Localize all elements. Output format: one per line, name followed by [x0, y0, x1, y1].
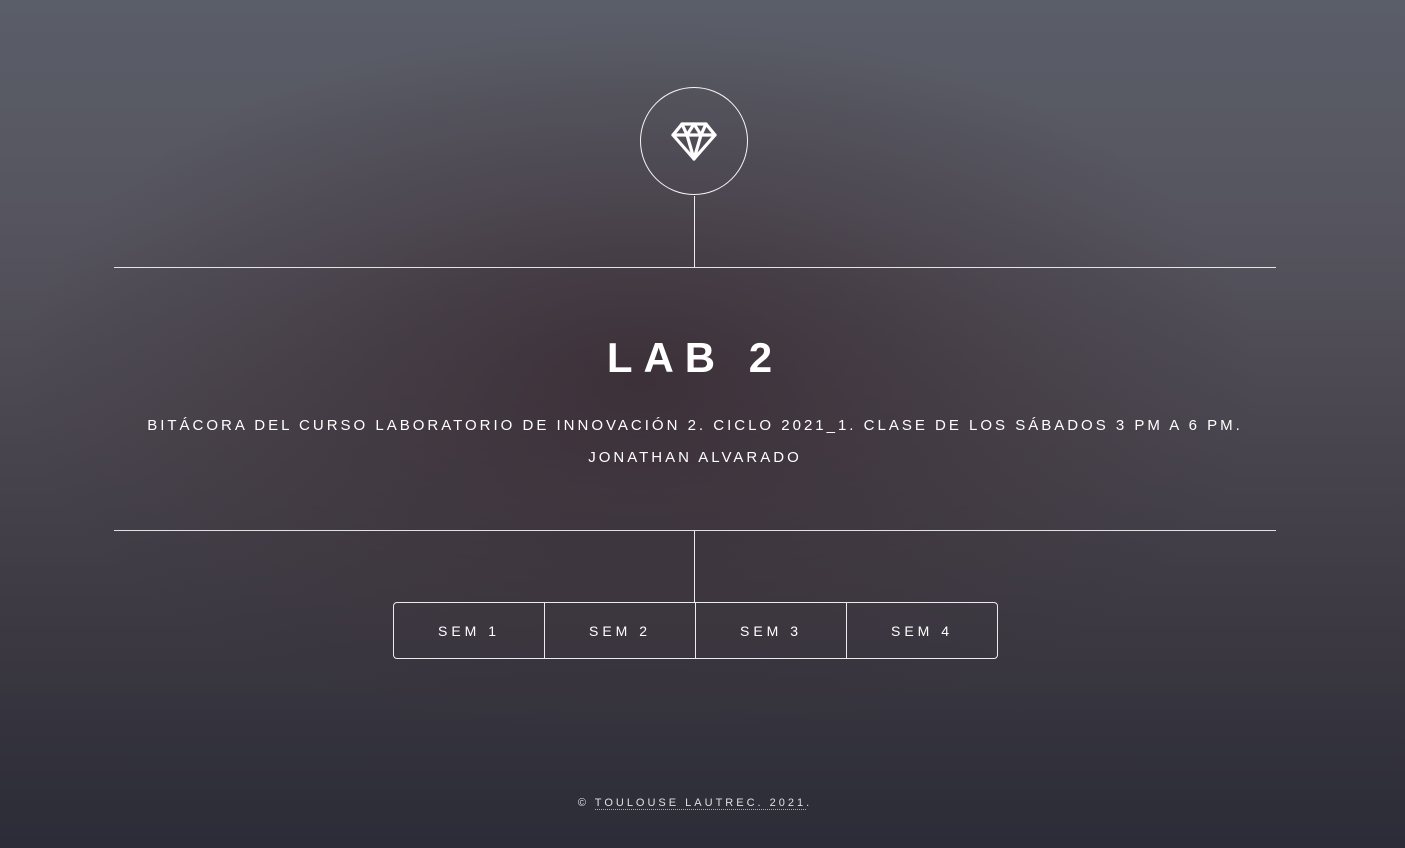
connector-line-top: [694, 196, 695, 267]
nav-item-sem-2[interactable]: SEM 2: [544, 603, 695, 658]
divider-bottom: [114, 530, 1276, 531]
footer-suffix: .: [806, 797, 813, 809]
nav-item-sem-4[interactable]: SEM 4: [846, 603, 997, 658]
page-subtitle: BITÁCORA DEL CURSO LABORATORIO DE INNOVA…: [114, 410, 1276, 474]
page-title: LAB 2: [606, 334, 784, 381]
footer: © TOULOUSE LAUTREC. 2021.: [0, 797, 1390, 810]
subtitle-course-info: BITÁCORA DEL CURSO LABORATORIO DE INNOVA…: [147, 417, 1243, 434]
footer-link[interactable]: TOULOUSE LAUTREC. 2021: [594, 797, 807, 810]
divider-top: [114, 267, 1276, 268]
copyright-symbol: ©: [577, 797, 589, 809]
subtitle-author: JONATHAN ALVARADO: [588, 449, 802, 466]
nav-item-sem-3[interactable]: SEM 3: [695, 603, 846, 658]
logo-circle: [640, 87, 748, 195]
week-nav: SEM 1 SEM 2 SEM 3 SEM 4: [393, 602, 998, 659]
diamond-icon: [671, 122, 717, 161]
connector-line-bottom: [694, 531, 695, 603]
nav-item-sem-1[interactable]: SEM 1: [394, 603, 544, 658]
